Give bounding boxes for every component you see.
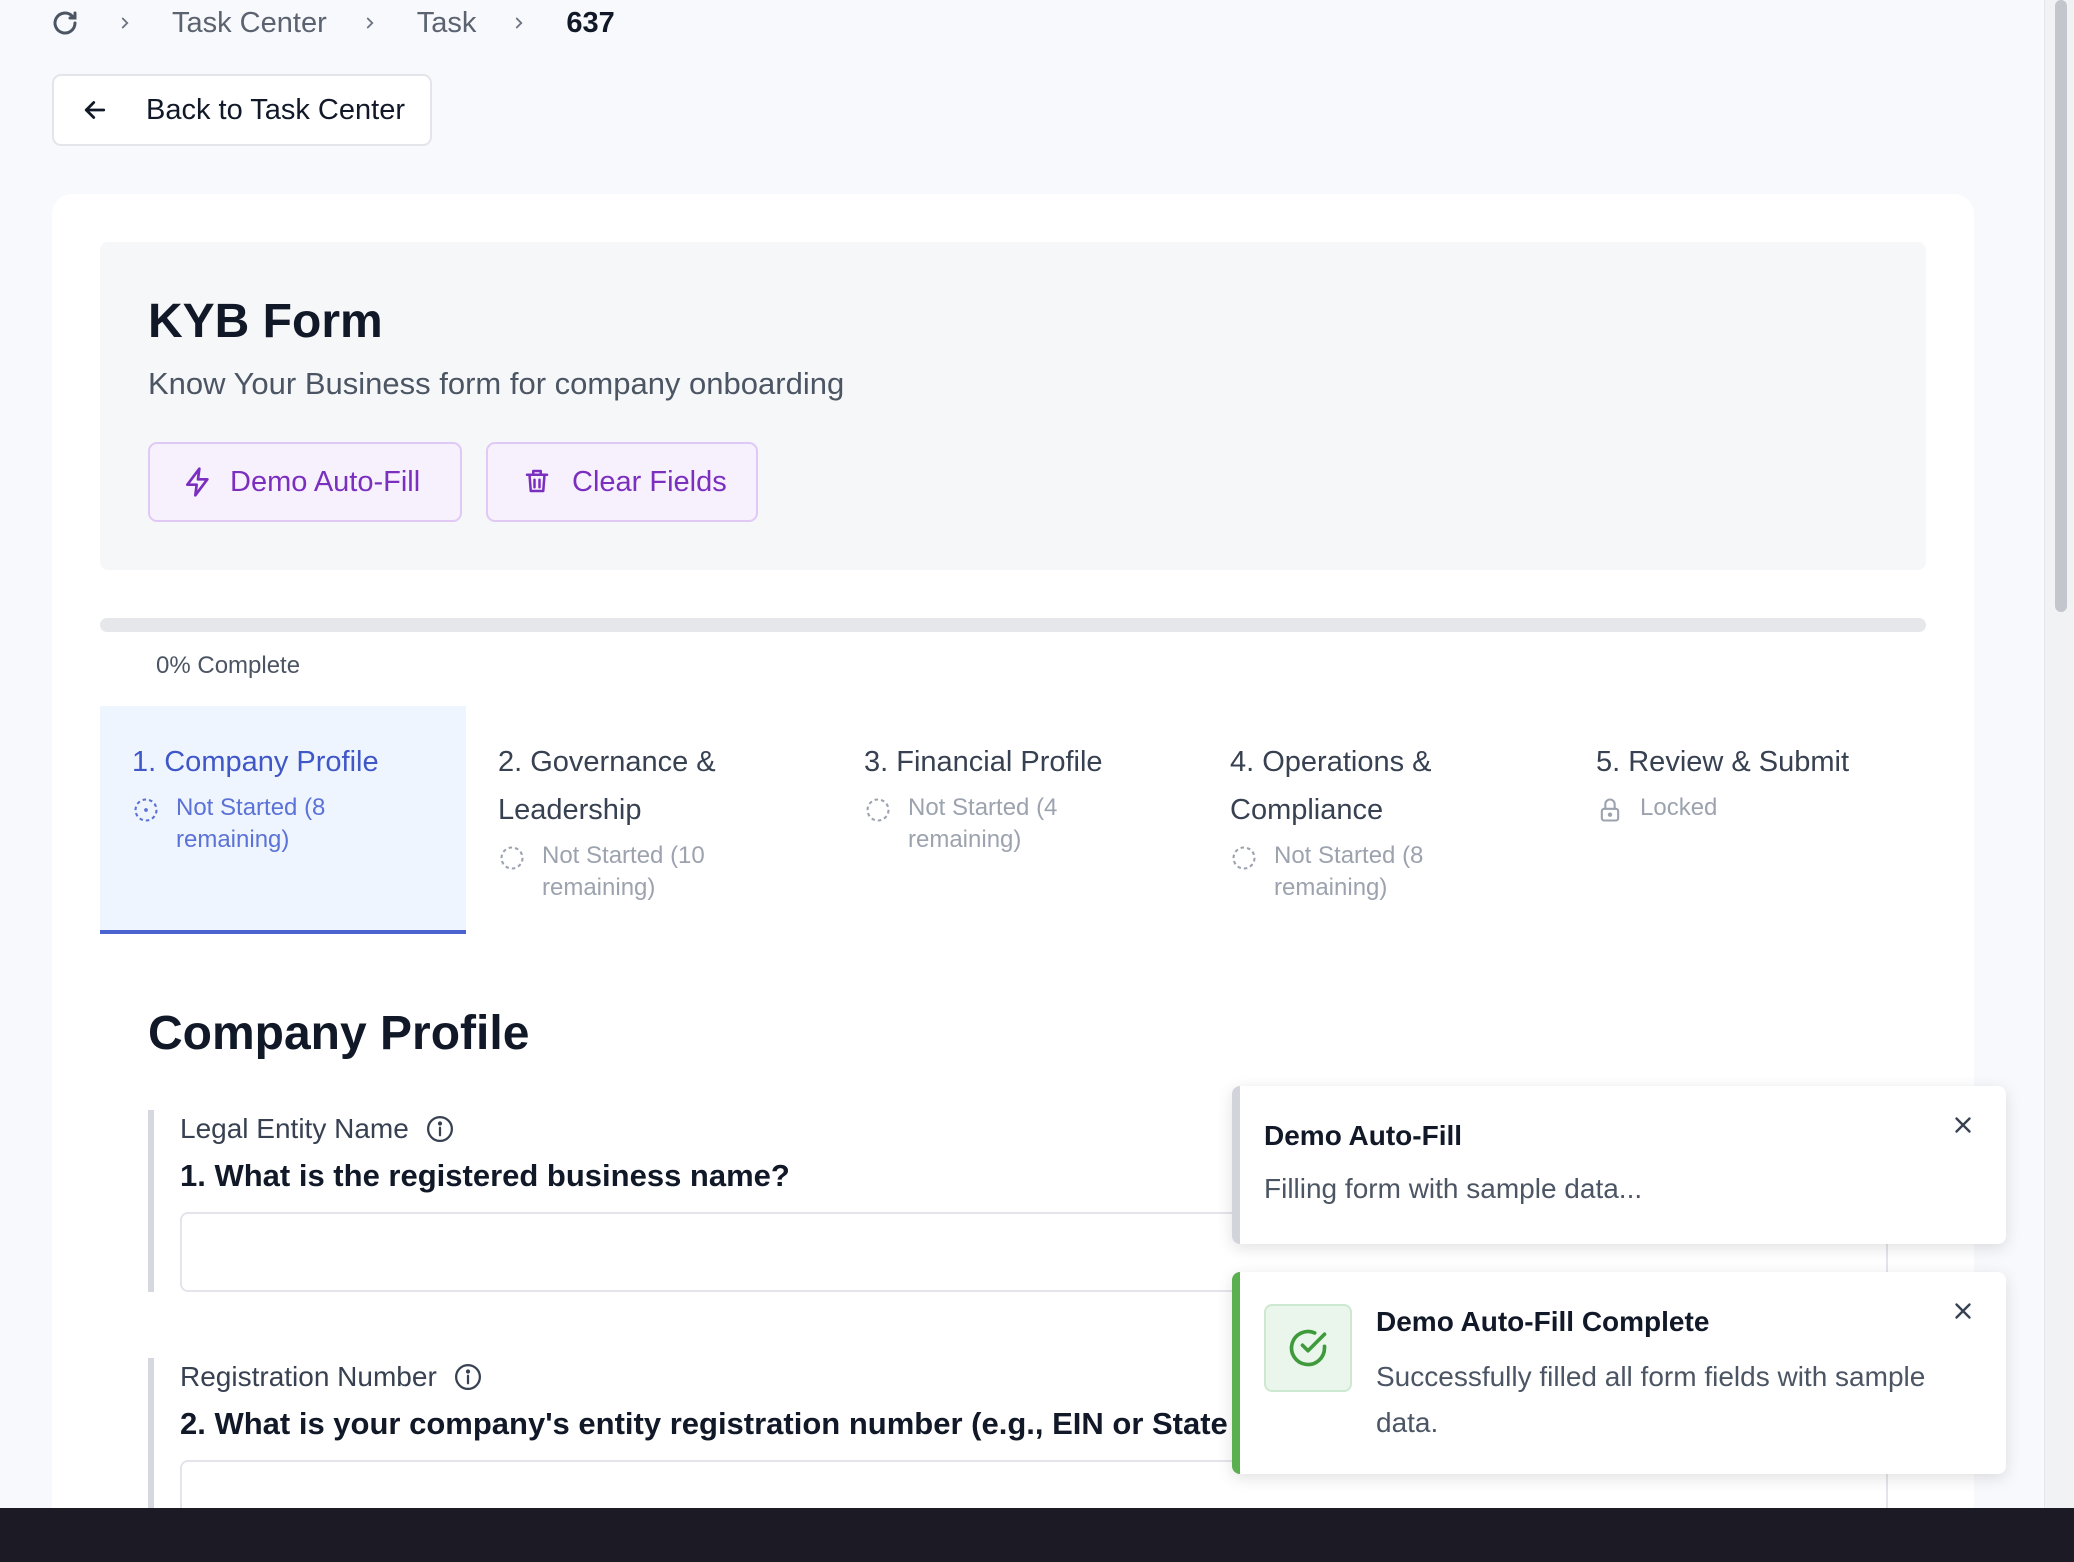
step-status: Not Started (8 remaining)	[1274, 842, 1424, 901]
question-field-label: Registration Number	[180, 1361, 437, 1392]
form-header: KYB Form Know Your Business form for com…	[100, 242, 1926, 570]
step-label: 2. Governance & Leadership	[498, 746, 716, 826]
info-icon[interactable]	[453, 1362, 483, 1392]
demo-autofill-label: Demo Auto-Fill	[230, 465, 421, 498]
close-icon[interactable]	[1950, 1112, 1980, 1142]
step-status: Not Started (4 remaining)	[908, 794, 1058, 853]
form-subtitle: Know Your Business form for company onbo…	[148, 366, 845, 401]
clear-fields-button[interactable]: Clear Fields	[486, 442, 758, 522]
back-button-label: Back to Task Center	[146, 93, 405, 126]
arrow-left-icon	[80, 95, 110, 125]
check-circle-icon	[1264, 1304, 1352, 1392]
step-status: Not Started (10 remaining)	[542, 842, 705, 901]
step-tabs: 1. Company Profile Not Started (8 remain…	[100, 706, 1926, 934]
back-to-task-center-button[interactable]: Back to Task Center	[52, 74, 432, 146]
step-tab-financial-profile[interactable]: 3. Financial Profile Not Started (4 rema…	[832, 706, 1198, 934]
os-dock	[0, 1508, 2074, 1562]
chevron-right-icon	[361, 14, 381, 32]
toast-accent-bar	[1232, 1272, 1240, 1474]
close-icon[interactable]	[1950, 1298, 1980, 1328]
toast-accent-bar	[1232, 1086, 1240, 1244]
step-label: 3. Financial Profile	[864, 746, 1103, 778]
step-tab-company-profile[interactable]: 1. Company Profile Not Started (8 remain…	[100, 706, 466, 934]
scrollbar-thumb[interactable]	[2055, 0, 2067, 612]
question-field-label: Legal Entity Name	[180, 1113, 409, 1144]
lock-icon	[1596, 796, 1624, 824]
not-started-circle-icon	[498, 844, 526, 872]
step-tab-review-submit: 5. Review & Submit Locked	[1564, 706, 1930, 934]
toast-title: Demo Auto-Fill Complete	[1376, 1306, 1710, 1337]
demo-autofill-button[interactable]: Demo Auto-Fill	[148, 442, 462, 522]
chevron-right-icon	[116, 14, 136, 32]
not-started-circle-icon	[864, 796, 892, 824]
step-status: Locked	[1640, 794, 1718, 821]
not-started-circle-icon	[1230, 844, 1258, 872]
clear-fields-label: Clear Fields	[572, 465, 727, 498]
toast-body: Successfully filled all form fields with…	[1376, 1361, 1926, 1438]
in-progress-circle-icon	[132, 796, 160, 824]
toast-autofill-complete: Demo Auto-Fill Complete Successfully fil…	[1232, 1272, 2006, 1474]
toast-title: Demo Auto-Fill	[1264, 1120, 1463, 1151]
toast-autofill-progress: Demo Auto-Fill Filling form with sample …	[1232, 1086, 2006, 1244]
breadcrumb-task-center[interactable]: Task Center	[172, 7, 327, 40]
trash-icon	[522, 466, 554, 498]
breadcrumb-current: 637	[566, 6, 615, 39]
breadcrumb: Task Center Task 637	[50, 4, 649, 42]
progress-label: 0% Complete	[156, 652, 301, 679]
progress-bar	[100, 618, 1926, 632]
step-tab-governance-leadership[interactable]: 2. Governance & Leadership Not Started (…	[466, 706, 832, 934]
page-scrollbar[interactable]	[2044, 0, 2074, 1510]
section-title: Company Profile	[148, 1007, 530, 1060]
toast-body: Filling form with sample data...	[1264, 1173, 1643, 1204]
refresh-icon[interactable]	[50, 7, 82, 39]
chevron-right-icon	[510, 14, 530, 32]
step-label: 5. Review & Submit	[1596, 746, 1850, 778]
info-icon[interactable]	[425, 1114, 455, 1144]
step-label: 1. Company Profile	[132, 746, 379, 778]
step-tab-operations-compliance[interactable]: 4. Operations & Compliance Not Started (…	[1198, 706, 1564, 934]
form-title: KYB Form	[148, 295, 383, 348]
breadcrumb-task[interactable]: Task	[417, 7, 477, 40]
step-label: 4. Operations & Compliance	[1230, 746, 1432, 826]
step-status: Not Started (8 remaining)	[176, 794, 326, 853]
lightning-icon	[182, 466, 214, 498]
